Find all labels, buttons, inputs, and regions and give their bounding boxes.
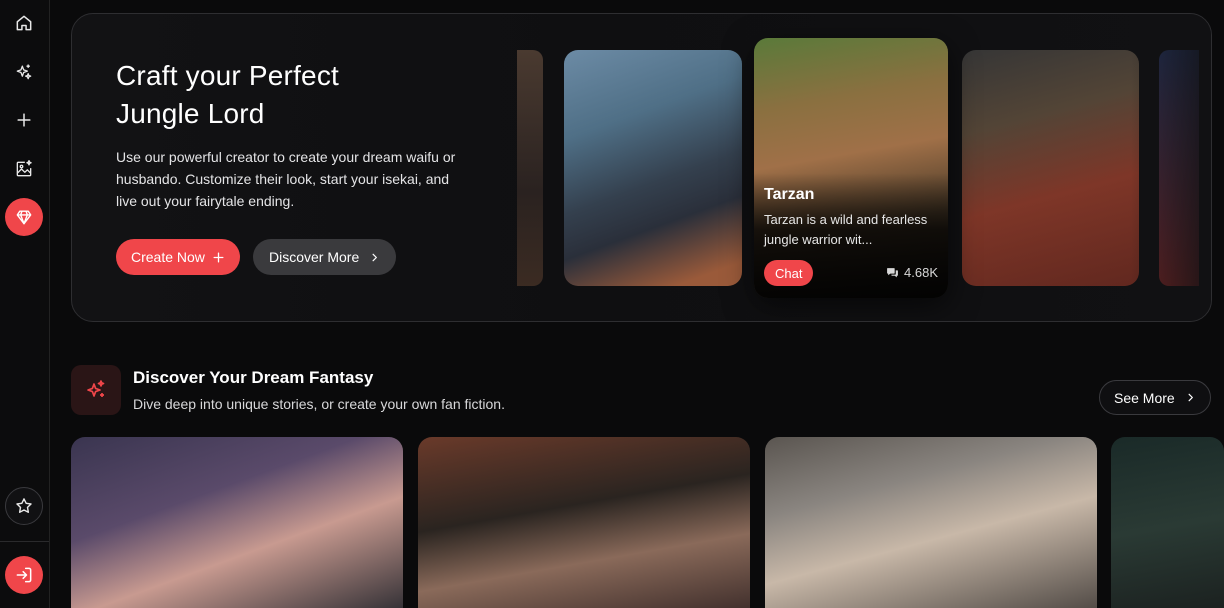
discover-more-button[interactable]: Discover More	[253, 239, 397, 275]
chat-button[interactable]: Chat	[764, 260, 814, 286]
create-now-button[interactable]: Create Now	[116, 239, 240, 275]
featured-character-card[interactable]: Tarzan Tarzan is a wild and fearless jun…	[754, 38, 948, 298]
sparkles-icon[interactable]	[5, 53, 43, 91]
section-title: Discover Your Dream Fantasy	[133, 368, 374, 387]
chat-bubbles-icon	[887, 268, 898, 278]
star-icon[interactable]	[5, 487, 43, 525]
plus-icon[interactable]	[5, 101, 43, 139]
plus-icon	[213, 252, 224, 262]
sidebar-divider	[0, 541, 49, 542]
character-card[interactable]	[564, 50, 742, 286]
chat-count-value: 4.68K	[904, 265, 938, 280]
carousel-fade	[1131, 14, 1211, 321]
character-name: Tarzan	[764, 186, 815, 203]
section-subtitle: Dive deep into unique stories, or create…	[133, 396, 505, 412]
hero-title: Craft your Perfect Jungle Lord	[116, 60, 340, 129]
discover-more-label: Discover More	[269, 249, 360, 265]
create-now-label: Create Now	[131, 249, 205, 265]
see-more-label: See More	[1114, 389, 1175, 406]
story-card-partial[interactable]	[1111, 437, 1224, 608]
sparkles-icon	[71, 365, 121, 415]
story-card[interactable]	[71, 437, 403, 608]
character-card[interactable]	[962, 50, 1139, 286]
story-card[interactable]	[765, 437, 1097, 608]
login-icon[interactable]	[5, 556, 43, 594]
chat-label: Chat	[775, 265, 803, 281]
home-icon[interactable]	[5, 4, 43, 42]
hero-description: Use our powerful creator to create your …	[116, 149, 456, 209]
chat-count: 4.68K	[886, 265, 938, 280]
chevron-right-icon	[372, 253, 378, 261]
chevron-right-icon	[1188, 393, 1193, 402]
diamond-icon[interactable]	[5, 198, 43, 236]
see-more-button[interactable]: See More	[1099, 380, 1211, 415]
hero-banner: Craft your Perfect Jungle Lord Use our p…	[71, 13, 1212, 322]
sidebar	[0, 0, 50, 608]
character-card-partial[interactable]	[517, 50, 543, 286]
image-sparkle-icon[interactable]	[5, 150, 43, 188]
character-description: Tarzan is a wild and fearless jungle war…	[764, 212, 928, 247]
story-card[interactable]	[418, 437, 750, 608]
